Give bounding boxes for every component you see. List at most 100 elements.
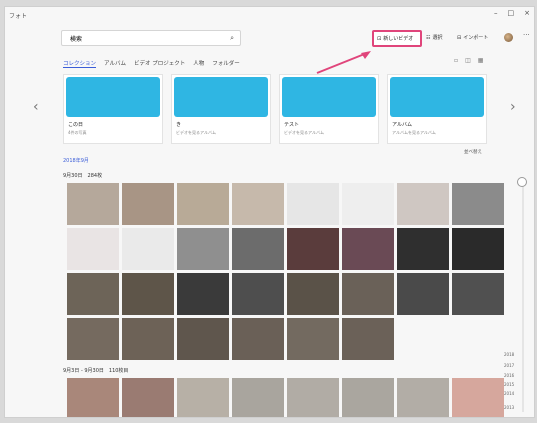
photo-thumbnail[interactable] <box>452 378 504 417</box>
tab-collection[interactable]: コレクション <box>63 59 97 68</box>
photo-thumbnail[interactable] <box>397 378 449 417</box>
timeline-year-label[interactable]: 2016 <box>504 373 514 378</box>
select-icon: ☷ <box>426 34 431 41</box>
photo-thumbnail[interactable] <box>67 183 119 225</box>
photo-thumbnail[interactable] <box>397 228 449 270</box>
tab-video-projects[interactable]: ビデオ プロジェクト <box>134 59 185 68</box>
medium-tiles-icon[interactable]: ◫ <box>465 57 471 64</box>
minimize-button[interactable]: – <box>494 9 498 17</box>
new-video-label: 新しいビデオ <box>383 36 414 42</box>
select-label: 選択 <box>432 35 443 41</box>
annotation-arrow <box>316 51 371 74</box>
timeline-year-label[interactable]: 2015 <box>504 382 514 387</box>
photo-thumbnail[interactable] <box>67 378 119 417</box>
app-title: フォト <box>9 12 28 20</box>
photo-thumbnail[interactable] <box>122 273 174 315</box>
card-subtitle: ビデオを見るアルバム <box>284 130 324 135</box>
timeline-year-label[interactable]: 2017 <box>504 363 514 368</box>
photo-grid <box>67 378 525 417</box>
import-label: インポート <box>463 35 489 41</box>
more-button[interactable]: ··· <box>523 31 530 39</box>
import-button[interactable]: ⊟ インポート <box>457 34 489 42</box>
highlight-card[interactable]: この日 4件の写真 <box>63 74 163 144</box>
date-header: 9月30日 284枚 <box>63 173 103 179</box>
photo-thumbnail[interactable] <box>397 183 449 225</box>
card-title: アルバム <box>392 122 412 128</box>
card-subtitle: アルバムを見るアルバム <box>392 130 436 135</box>
photo-thumbnail[interactable] <box>67 318 119 360</box>
timeline-year-label[interactable]: 2013 <box>504 405 514 410</box>
photo-thumbnail[interactable] <box>397 273 449 315</box>
window-controls: – □ × <box>494 9 530 17</box>
highlight-card[interactable]: テスト ビデオを見るアルバム <box>279 74 379 144</box>
tab-albums[interactable]: アルバム <box>104 59 126 68</box>
photo-thumbnail[interactable] <box>177 318 229 360</box>
card-title: テスト <box>284 122 300 128</box>
photo-thumbnail[interactable] <box>232 378 284 417</box>
timeline-handle[interactable] <box>517 177 527 187</box>
photo-thumbnail[interactable] <box>232 228 284 270</box>
small-tiles-icon[interactable]: ▫ <box>454 57 458 64</box>
carousel-next-button[interactable]: › <box>510 99 516 115</box>
photo-thumbnail[interactable] <box>67 228 119 270</box>
timeline-year-label[interactable]: 2018 <box>504 352 514 357</box>
timeline-year-label[interactable]: 2014 <box>504 391 514 396</box>
photo-thumbnail[interactable] <box>177 378 229 417</box>
photo-thumbnail[interactable] <box>122 378 174 417</box>
search-box[interactable]: ⌕ <box>61 30 241 46</box>
select-button[interactable]: ☷ 選択 <box>426 34 443 42</box>
avatar[interactable] <box>504 33 513 42</box>
sort-button[interactable]: 並べ替え <box>464 149 482 155</box>
photo-thumbnail[interactable] <box>452 228 504 270</box>
large-tiles-icon[interactable]: ▦ <box>478 57 484 64</box>
photo-thumbnail[interactable] <box>287 378 339 417</box>
date-header: 9月3日 - 9月30日 110枚目 <box>63 368 129 374</box>
photo-thumbnail[interactable] <box>287 273 339 315</box>
card-thumbnail <box>390 77 484 117</box>
photo-thumbnail[interactable] <box>287 318 339 360</box>
card-title: き <box>176 122 182 128</box>
photo-thumbnail[interactable] <box>232 273 284 315</box>
month-label: 2018年9月 <box>63 158 89 164</box>
photo-thumbnail[interactable] <box>452 183 504 225</box>
highlight-card[interactable]: き ビデオを見るアルバム <box>171 74 271 144</box>
photo-thumbnail[interactable] <box>342 378 394 417</box>
close-button[interactable]: × <box>524 9 530 17</box>
photo-thumbnail[interactable] <box>287 228 339 270</box>
photo-thumbnail[interactable] <box>287 183 339 225</box>
photo-thumbnail[interactable] <box>177 183 229 225</box>
timeline-scrubber[interactable] <box>522 182 524 412</box>
import-icon: ⊟ <box>457 34 462 41</box>
photos-window: フォト – □ × ⌕ ⊡ 新しいビデオ ☷ 選択 ⊟ インポート ··· <box>4 6 535 418</box>
new-video-button[interactable]: ⊡ 新しいビデオ <box>372 30 422 47</box>
photo-thumbnail[interactable] <box>177 228 229 270</box>
photo-thumbnail[interactable] <box>177 273 229 315</box>
search-icon[interactable]: ⌕ <box>230 34 234 43</box>
card-thumbnail <box>174 77 268 117</box>
card-thumbnail <box>282 77 376 117</box>
highlight-card[interactable]: アルバム アルバムを見るアルバム <box>387 74 487 144</box>
carousel-prev-button[interactable]: ‹ <box>33 99 39 115</box>
maximize-button[interactable]: □ <box>508 9 515 17</box>
photo-grid <box>67 183 525 360</box>
photo-thumbnail[interactable] <box>342 318 394 360</box>
photo-thumbnail[interactable] <box>232 183 284 225</box>
photo-thumbnail[interactable] <box>342 273 394 315</box>
photo-thumbnail[interactable] <box>342 183 394 225</box>
photo-thumbnail[interactable] <box>452 273 504 315</box>
card-thumbnail <box>66 77 160 117</box>
photo-thumbnail[interactable] <box>67 273 119 315</box>
photo-thumbnail[interactable] <box>122 183 174 225</box>
tab-folders[interactable]: フォルダー <box>212 59 240 68</box>
video-icon: ⊡ <box>377 35 382 42</box>
tab-people[interactable]: 人物 <box>193 59 204 68</box>
toolbar: ⌕ ⊡ 新しいビデオ ☷ 選択 ⊟ インポート ··· <box>5 25 534 74</box>
card-subtitle: 4件の写真 <box>68 130 87 135</box>
photo-thumbnail[interactable] <box>342 228 394 270</box>
photo-thumbnail[interactable] <box>122 228 174 270</box>
photo-thumbnail[interactable] <box>122 318 174 360</box>
photo-thumbnail[interactable] <box>232 318 284 360</box>
search-input[interactable] <box>68 33 222 43</box>
card-title: この日 <box>68 122 84 128</box>
title-bar: フォト – □ × <box>5 7 534 23</box>
